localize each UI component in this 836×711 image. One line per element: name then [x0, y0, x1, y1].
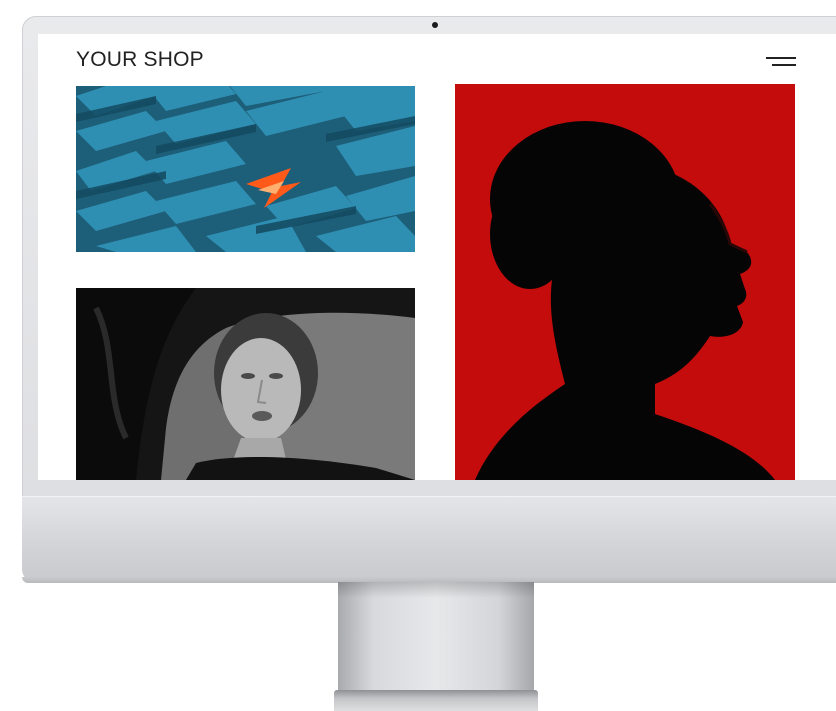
blue-architecture-image[interactable] [76, 86, 415, 252]
monitor-chin [22, 496, 836, 583]
hamburger-menu-icon[interactable] [758, 52, 796, 72]
monitor-foot [334, 690, 538, 711]
woman-portrait-image[interactable] [76, 288, 415, 480]
site-title[interactable]: YOUR SHOP [76, 48, 204, 72]
stand-shadow [338, 582, 534, 598]
man-silhouette-image[interactable] [455, 84, 795, 480]
monitor-stand [338, 582, 534, 694]
menu-line-top [766, 57, 796, 59]
website-screen: YOUR SHOP [38, 34, 836, 480]
menu-line-bottom [772, 64, 796, 66]
woman-portrait-graphic [76, 288, 415, 480]
man-silhouette-graphic [455, 84, 795, 480]
camera-dot [432, 22, 438, 28]
blue-architecture-graphic [76, 86, 415, 252]
